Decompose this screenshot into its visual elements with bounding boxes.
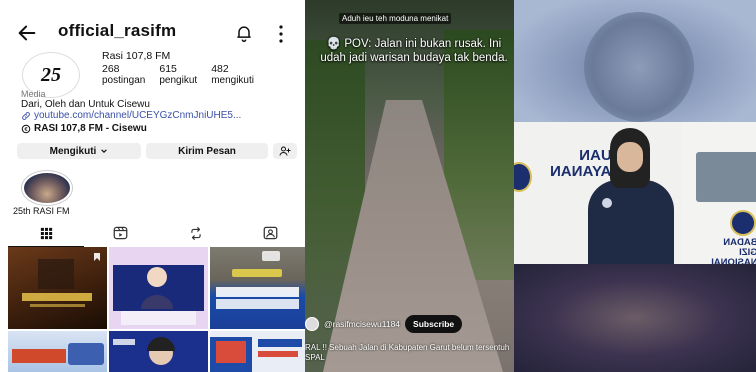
- stat-followers[interactable]: 615 pengikut: [159, 63, 198, 87]
- stat-following-count: 482: [211, 63, 229, 75]
- threads-icon: [21, 124, 31, 133]
- post-thumbnail[interactable]: [210, 247, 305, 329]
- add-person-icon: [279, 146, 291, 156]
- post-thumbnail-art: [12, 343, 104, 365]
- repost-icon: [191, 226, 201, 240]
- video-description-line2: SPAL: [305, 353, 325, 362]
- stat-following-label: mengikuti: [211, 75, 254, 86]
- stat-following[interactable]: 482 mengikuti: [211, 63, 254, 87]
- profile-tabs: [0, 222, 305, 247]
- following-button-label: Mengikuti: [49, 145, 97, 157]
- chevron-down-icon: [101, 149, 108, 154]
- video-top-text: Aduh ieu teh moduna menikat: [339, 13, 452, 24]
- profile-link-text: youtube.com/channel/UCEYGzCnmJniUHE5...: [34, 110, 242, 121]
- instagram-profile-panel: official_rasifm 25 Rasi 107,8 FM 268 pos…: [0, 0, 305, 372]
- following-button[interactable]: Mengikuti: [17, 143, 141, 159]
- channel-avatar[interactable]: [305, 317, 319, 331]
- post-thumbnail-art: [216, 251, 299, 309]
- post-thumbnail[interactable]: [109, 331, 208, 372]
- grid-icon: [40, 227, 52, 239]
- back-arrow-icon[interactable]: [16, 22, 38, 44]
- agency-logo: [514, 162, 532, 192]
- profile-username: official_rasifm: [58, 21, 177, 40]
- send-message-button[interactable]: Kirim Pesan: [146, 143, 268, 159]
- speaking-person: [588, 128, 674, 270]
- suggest-people-button[interactable]: [273, 143, 297, 159]
- story-highlight-label: 25th RASI FM: [13, 206, 70, 216]
- tab-reposts[interactable]: [158, 222, 234, 244]
- tab-posts[interactable]: [8, 222, 84, 247]
- video-thumbnail[interactable]: SATUAN PELAYANAN HAN BADAN GIZI NASIONAL: [514, 122, 756, 270]
- stat-followers-count: 615: [159, 63, 177, 75]
- tab-reels[interactable]: [82, 222, 158, 244]
- channel-name[interactable]: @rasifmcisewu1184: [324, 319, 400, 329]
- post-grid: [8, 247, 305, 372]
- profile-link[interactable]: youtube.com/channel/UCEYGzCnmJniUHE5...: [21, 110, 241, 121]
- post-thumbnail[interactable]: [109, 247, 208, 329]
- person-jacket: [588, 180, 674, 270]
- post-thumbnail-art: [210, 337, 302, 372]
- jacket-emblem: [602, 198, 612, 208]
- story-highlight[interactable]: [21, 170, 73, 206]
- profile-bio: Dari, Oleh dan Untuk Cisewu: [21, 99, 150, 110]
- video-thumbnail-blurred[interactable]: [514, 0, 756, 122]
- bell-icon[interactable]: [234, 23, 254, 43]
- stat-followers-label: pengikut: [159, 75, 198, 86]
- threads-link[interactable]: RASI 107,8 FM - Cisewu: [21, 123, 147, 134]
- tagged-icon: [263, 226, 277, 240]
- post-thumbnail-art: [113, 337, 175, 365]
- profile-display-name: Rasi 107,8 FM: [102, 50, 171, 62]
- send-message-button-label: Kirim Pesan: [178, 145, 236, 157]
- post-thumbnail[interactable]: [8, 331, 107, 372]
- related-videos-panel: SATUAN PELAYANAN HAN BADAN GIZI NASIONAL: [514, 0, 756, 372]
- video-player-panel[interactable]: Aduh ieu teh moduna menikat 💀 POV: Jalan…: [305, 0, 514, 372]
- post-thumbnail[interactable]: [210, 331, 305, 372]
- video-caption: 💀 POV: Jalan ini bukan rusak. Ini udah j…: [320, 38, 508, 64]
- post-thumbnail-art: [22, 253, 100, 307]
- more-vertical-icon[interactable]: [278, 24, 284, 44]
- person-face: [617, 142, 643, 172]
- delivery-truck-cab: BADAN GIZI NASIONAL: [682, 122, 756, 268]
- post-thumbnail-art: [113, 265, 204, 325]
- agency-logo: [730, 210, 756, 236]
- reels-icon: [113, 226, 127, 240]
- truck-window: [696, 152, 756, 202]
- tab-tagged[interactable]: [232, 222, 305, 244]
- avatar-logo: 25: [41, 63, 61, 86]
- profile-header: official_rasifm: [0, 18, 305, 48]
- subscribe-button[interactable]: Subscribe: [405, 315, 463, 333]
- stat-posts-count: 268: [102, 63, 120, 75]
- video-thumbnail-blurred[interactable]: [514, 264, 756, 372]
- stat-posts[interactable]: 268 postingan: [102, 63, 146, 87]
- profile-stats: 268 postingan 615 pengikut 482 mengikuti: [102, 63, 254, 87]
- channel-bar: @rasifmcisewu1184 Subscribe: [305, 314, 463, 334]
- story-highlight-thumbnail: [24, 173, 70, 203]
- blurred-person: [584, 12, 694, 122]
- link-icon: [22, 111, 30, 120]
- profile-category: Media: [21, 89, 46, 99]
- stat-posts-label: postingan: [102, 75, 146, 86]
- post-thumbnail[interactable]: [8, 247, 107, 329]
- threads-link-text: RASI 107,8 FM - Cisewu: [34, 123, 147, 134]
